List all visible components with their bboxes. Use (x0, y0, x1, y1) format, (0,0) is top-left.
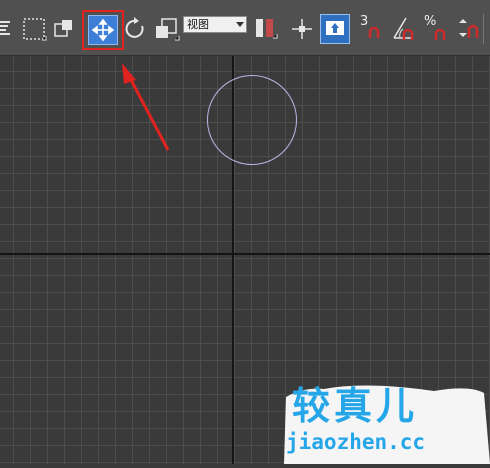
watermark-url: jiaozhen.cc (286, 430, 426, 454)
watermark-title: 较真儿 (292, 384, 419, 428)
